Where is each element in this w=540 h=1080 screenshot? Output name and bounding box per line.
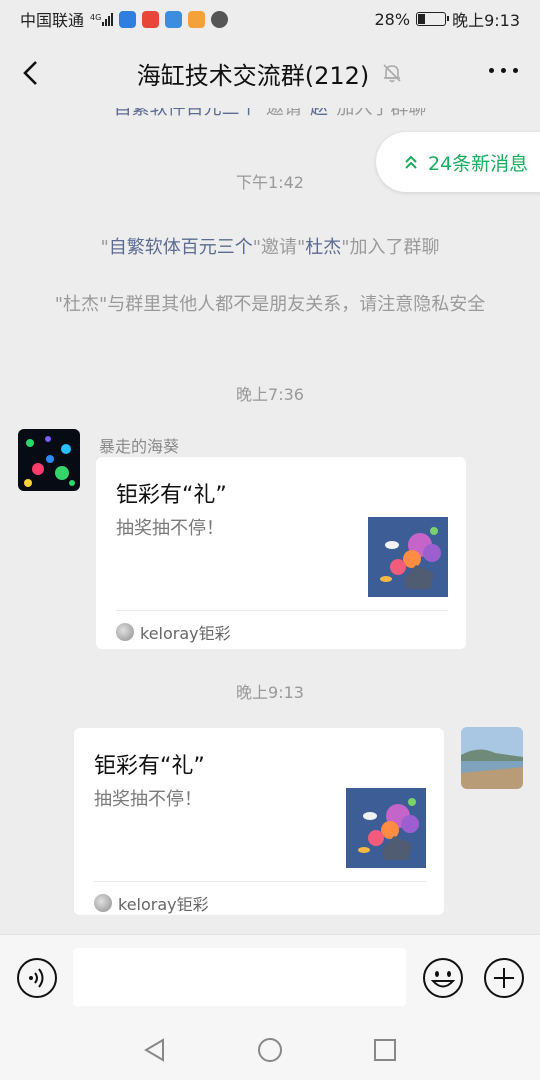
invite-text-end: "加入了群聊 [341, 237, 440, 258]
plus-icon[interactable] [483, 957, 525, 999]
my-avatar[interactable] [461, 727, 523, 789]
square-recent-icon[interactable] [371, 1036, 399, 1064]
quote-mark: " [100, 237, 109, 258]
link-card[interactable]: 钜彩有“礼” 抽奖抽不停！ keloray钜彩 [96, 457, 466, 649]
input-bar [0, 934, 540, 1020]
emoji-icon[interactable] [422, 957, 464, 999]
privacy-notice: "杜杰"与群里其他人都不是朋友关系，请注意隐私安全 [54, 294, 486, 315]
chevron-left-icon[interactable] [18, 58, 46, 88]
card-divider [116, 610, 448, 611]
partial-system-message: 自繁软件百元三个"邀请"赵"加入了群聊 [0, 108, 540, 120]
source-logo-icon [94, 894, 112, 912]
partial-text: "邀请" [257, 108, 311, 119]
triangle-back-icon[interactable] [141, 1036, 169, 1064]
carrier-label: 中国联通 [20, 11, 85, 30]
red-app-icon [142, 10, 160, 28]
card-title: 钜彩有“礼” [94, 754, 205, 779]
system-nav-bar [0, 1020, 540, 1080]
status-left: 中国联通 4G [20, 7, 229, 31]
card-thumbnail [346, 788, 426, 868]
invite-system-message: "自繁软体百元三个"邀请"杜杰"加入了群聊 [50, 234, 490, 261]
card-divider [94, 881, 426, 882]
invite-text: "邀请" [252, 237, 306, 258]
inviter-name[interactable]: 自繁软体百元三个 [109, 237, 253, 258]
timestamp: 晚上9:13 [236, 683, 304, 702]
partial-name-1: 自繁软件百元三个 [113, 108, 258, 119]
battery-icon [416, 12, 450, 26]
bell-off-icon [383, 64, 401, 83]
voice-icon[interactable] [16, 957, 58, 999]
timestamp: 晚上7:36 [236, 385, 304, 404]
timestamp: 下午1:42 [236, 173, 304, 192]
shield-app-icon [119, 10, 137, 28]
message-input[interactable] [73, 948, 406, 1006]
source-name: keloray钜彩 [140, 624, 231, 643]
status-bar: 中国联通 4G 28% 晚上9:13 [0, 0, 540, 38]
title-wrap: 海缸技术交流群(212) [137, 56, 404, 91]
double-chevron-up-icon [405, 155, 417, 169]
status-right: 28% 晚上9:13 [375, 7, 521, 31]
signal-icon: 4G [90, 12, 114, 26]
card-description: 抽奖抽不停！ [94, 789, 202, 810]
invitee-name[interactable]: 杜杰 [305, 237, 341, 258]
network-type: 4G [90, 12, 102, 22]
more-dots-icon[interactable] [489, 68, 518, 73]
card-source: keloray钜彩 [116, 620, 231, 644]
circle-home-icon[interactable] [256, 1036, 284, 1064]
card-source: keloray钜彩 [94, 891, 209, 915]
card-description: 抽奖抽不停！ [116, 518, 224, 539]
chat-header: 海缸技术交流群(212) [0, 38, 540, 108]
partial-name-2: 赵 [310, 108, 329, 119]
battery-percent: 28% [374, 9, 411, 29]
source-name: keloray钜彩 [118, 895, 209, 914]
sender-name[interactable]: 暴走的海葵 [99, 433, 179, 457]
avatar[interactable] [18, 429, 80, 491]
globe-app-icon [211, 10, 229, 28]
card-thumbnail [368, 517, 448, 597]
link-card[interactable]: 钜彩有“礼” 抽奖抽不停！ keloray钜彩 [74, 728, 444, 915]
chat-title: 海缸技术交流群(212) [136, 61, 370, 90]
chat-area[interactable]: 自繁软件百元三个"邀请"赵"加入了群聊 24条新消息 下午1:42 "自繁软体百… [0, 108, 540, 934]
card-title: 钜彩有“礼” [116, 483, 227, 508]
source-logo-icon [116, 623, 134, 641]
partial-text-end: "加入了群聊 [328, 108, 427, 119]
orange-app-icon [188, 10, 206, 28]
cloud-app-icon [165, 10, 183, 28]
clock: 晚上9:13 [452, 11, 520, 30]
